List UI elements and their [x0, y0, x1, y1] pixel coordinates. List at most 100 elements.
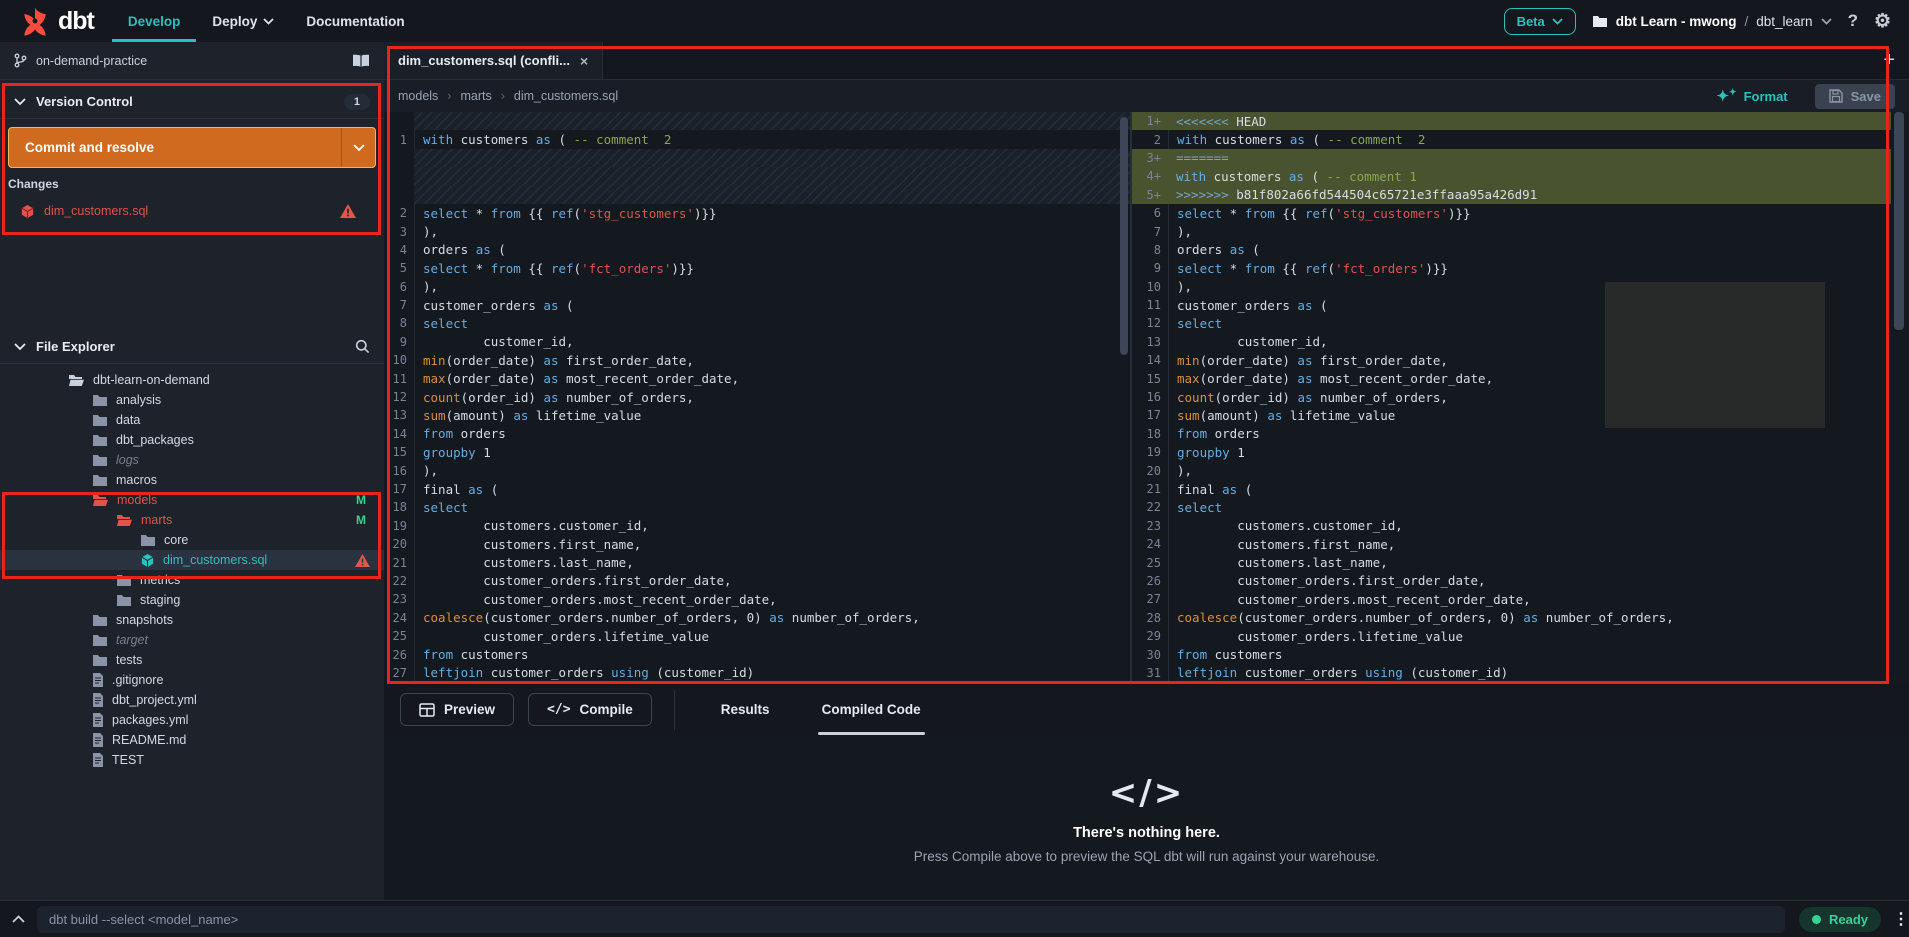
code-line[interactable]: 31 left join customer_orders using (cust… [1132, 663, 1891, 682]
right-scrollbar-thumb[interactable] [1894, 112, 1904, 330]
conflict-code-line[interactable]: 4+ with customers as ( -- comment 1 [1132, 167, 1891, 186]
save-button[interactable]: Save [1814, 83, 1895, 109]
code-line[interactable]: 10 min (order_date) as first_order_date, [384, 351, 1130, 370]
code-line[interactable]: 18 select [384, 498, 1130, 517]
tree-item-test[interactable]: TEST [0, 750, 384, 770]
breadcrumb-marts[interactable]: marts [460, 89, 491, 103]
commit-dropdown-button[interactable] [341, 128, 375, 167]
chevron-up-icon[interactable] [0, 915, 37, 923]
diff-spacer-row[interactable] [384, 185, 1130, 204]
nav-develop[interactable]: Develop [112, 0, 197, 42]
code-line[interactable]: 15 group by 1 [384, 443, 1130, 462]
tree-item-dbt-packages[interactable]: dbt_packages [0, 430, 384, 450]
file-explorer-header[interactable]: File Explorer [0, 330, 384, 364]
tree-item-metrics[interactable]: metrics [0, 570, 384, 590]
code-line[interactable]: 25 customer_orders.lifetime_value [384, 626, 1130, 646]
breadcrumb-file[interactable]: dim_customers.sql [514, 89, 618, 103]
nav-documentation[interactable]: Documentation [290, 0, 420, 42]
help-icon[interactable]: ? [1848, 11, 1858, 31]
tree-item-readme-md[interactable]: README.md [0, 730, 384, 750]
code-line[interactable]: 6), [384, 277, 1130, 296]
kebab-menu-icon[interactable]: ⋮ [1893, 909, 1909, 929]
command-input[interactable]: dbt build --select <model_name> [37, 905, 1785, 933]
code-line[interactable]: 6 select * from {{ ref('stg_customers')}… [1132, 203, 1891, 223]
conflict-code-line[interactable]: 3+ ======= [1132, 148, 1891, 168]
conflict-code-line[interactable]: 1+ <<<<<<< HEAD [1132, 112, 1891, 131]
code-line[interactable]: 7 customer_orders as ( [384, 295, 1130, 315]
code-line[interactable]: 11 max (order_date) as most_recent_order_… [384, 369, 1130, 388]
code-line[interactable]: 20), [1132, 461, 1891, 480]
code-line[interactable]: 17 final as ( [384, 479, 1130, 499]
diff-left-pane[interactable]: 1 with customers as ( -- comment 2 2 selec… [384, 112, 1132, 682]
code-line[interactable]: 4 orders as ( [384, 240, 1130, 260]
tab-compiled-code[interactable]: Compiled Code [817, 682, 925, 737]
branch-selector[interactable]: on-demand-practice [0, 42, 384, 80]
changed-file-row[interactable]: dim_customers.sql [0, 198, 384, 224]
code-line[interactable]: 2 with customers as ( -- comment 2 [1132, 130, 1891, 149]
breadcrumb-models[interactable]: models [398, 89, 438, 103]
code-line[interactable]: 13 sum (amount) as lifetime_value [384, 406, 1130, 425]
code-line[interactable]: 25 customers.last_name, [1132, 553, 1891, 572]
editor-scrollbar[interactable] [1891, 112, 1907, 682]
tree-item-target[interactable]: target [0, 630, 384, 650]
code-line[interactable]: 14 from orders [384, 424, 1130, 444]
tree-item-tests[interactable]: tests [0, 650, 384, 670]
tree-item-logs[interactable]: logs [0, 450, 384, 470]
code-line[interactable]: 8 select [384, 314, 1130, 333]
code-line[interactable]: 30 from customers [1132, 645, 1891, 664]
tree-item-packages-yml[interactable]: packages.yml [0, 710, 384, 730]
tree-item-macros[interactable]: macros [0, 470, 384, 490]
diff-spacer-row[interactable] [384, 167, 1130, 186]
code-line[interactable]: 21 final as ( [1132, 479, 1891, 499]
code-line[interactable]: 8 orders as ( [1132, 240, 1891, 260]
code-line[interactable]: 28 coalesce (customer_orders.number_of_or… [1132, 608, 1891, 627]
code-line[interactable]: 21 customers.last_name, [384, 553, 1130, 572]
tree-item-dbt-learn-on-demand[interactable]: dbt-learn-on-demand [0, 370, 384, 390]
code-line[interactable]: 5 select * from {{ ref('fct_orders')}} [384, 259, 1130, 278]
left-scrollbar-thumb[interactable] [1120, 117, 1128, 355]
diff-spacer-row[interactable] [384, 112, 1130, 131]
code-line[interactable]: 3), [384, 222, 1130, 241]
code-line[interactable]: 1 with customers as ( -- comment 2 [384, 130, 1130, 149]
code-line[interactable]: 22 customer_orders.first_order_date, [384, 571, 1130, 591]
project-switcher[interactable]: dbt Learn - mwong / dbt_learn [1592, 14, 1832, 29]
code-line[interactable]: 19 group by 1 [1132, 443, 1891, 462]
code-line[interactable]: 29 customer_orders.lifetime_value [1132, 626, 1891, 646]
preview-button[interactable]: Preview [400, 693, 515, 726]
beta-button[interactable]: Beta [1503, 7, 1576, 35]
tree-item-core[interactable]: core [0, 530, 384, 550]
format-button[interactable]: ✦✦ Format [1716, 87, 1787, 105]
code-line[interactable]: 27 customer_orders.most_recent_order_dat… [1132, 590, 1891, 609]
code-line[interactable]: 9 customer_id, [384, 332, 1130, 352]
tree-item-data[interactable]: data [0, 410, 384, 430]
docs-book-icon[interactable] [352, 54, 370, 68]
code-line[interactable]: 2 select * from {{ ref('stg_customers')}… [384, 203, 1130, 223]
diff-spacer-row[interactable] [384, 148, 1130, 168]
code-line[interactable]: 22 select [1132, 498, 1891, 517]
nav-deploy[interactable]: Deploy [196, 0, 290, 42]
code-line[interactable]: 12 count (order_id) as number_of_orders, [384, 387, 1130, 407]
tree-item-models[interactable]: models M [0, 490, 384, 510]
tree-item--gitignore[interactable]: .gitignore [0, 670, 384, 690]
gear-icon[interactable]: ⚙ [1874, 10, 1891, 33]
tree-item-snapshots[interactable]: snapshots [0, 610, 384, 630]
code-line[interactable]: 26 from customers [384, 645, 1130, 664]
code-line[interactable]: 20 customers.first_name, [384, 534, 1130, 554]
new-tab-button[interactable]: + [1869, 42, 1909, 79]
code-line[interactable]: 19 customers.customer_id, [384, 516, 1130, 535]
code-line[interactable]: 23 customers.customer_id, [1132, 516, 1891, 535]
code-line[interactable]: 16), [384, 461, 1130, 480]
compile-button[interactable]: </> Compile [528, 693, 652, 726]
tree-item-marts[interactable]: marts M [0, 510, 384, 530]
search-icon[interactable] [355, 339, 370, 354]
tree-item-dim-customers-sql[interactable]: dim_customers.sql [0, 550, 384, 570]
tab-dim-customers[interactable]: dim_customers.sql (confli... × [384, 42, 604, 79]
code-line[interactable]: 7), [1132, 222, 1891, 241]
code-line[interactable]: 24 coalesce (customer_orders.number_of_or… [384, 608, 1130, 627]
code-line[interactable]: 24 customers.first_name, [1132, 534, 1891, 554]
code-line[interactable]: 26 customer_orders.first_order_date, [1132, 571, 1891, 591]
code-line[interactable]: 23 customer_orders.most_recent_order_dat… [384, 590, 1130, 609]
close-icon[interactable]: × [580, 53, 588, 69]
tree-item-dbt-project-yml[interactable]: dbt_project.yml [0, 690, 384, 710]
version-control-header[interactable]: Version Control 1 [0, 85, 384, 119]
